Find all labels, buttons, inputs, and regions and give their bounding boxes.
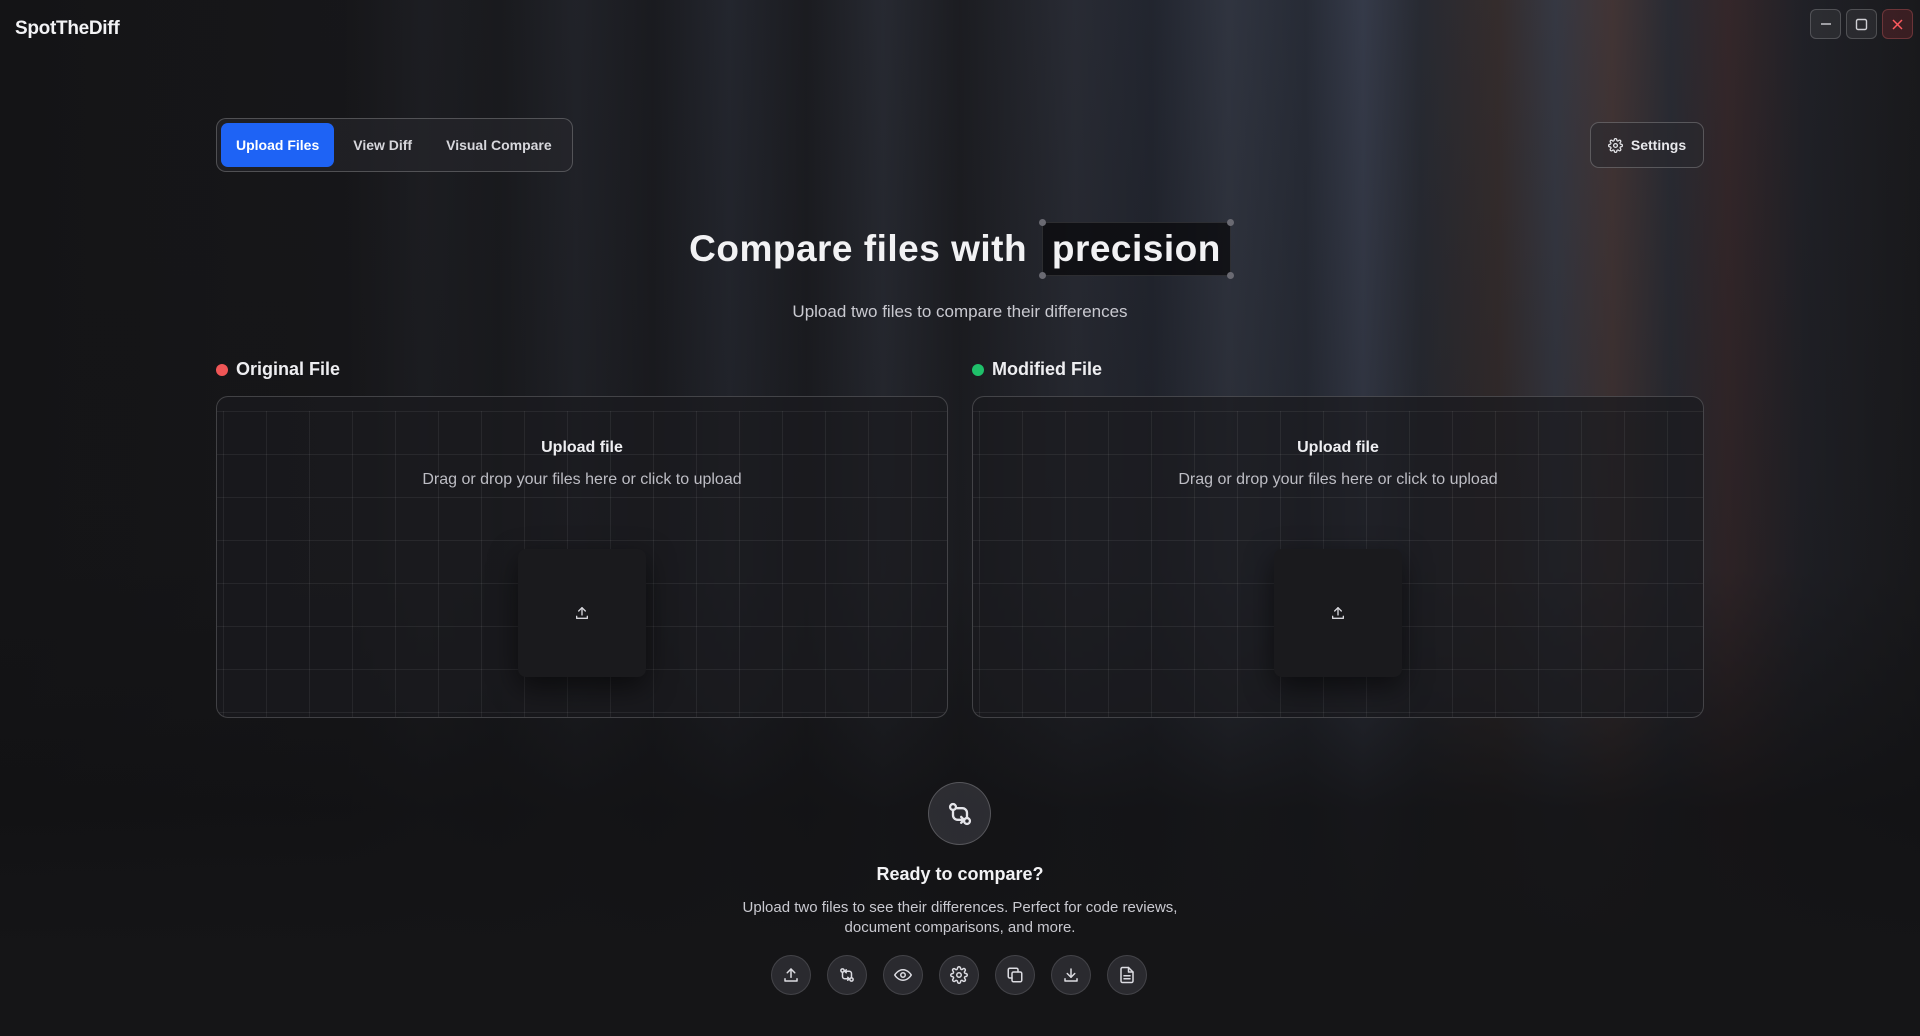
compare-badge	[928, 782, 991, 845]
dropzone-hint: Drag or drop your files here or click to…	[422, 471, 742, 488]
title-prefix: Compare files with	[689, 228, 1028, 269]
upload-target[interactable]	[1274, 549, 1402, 677]
tab-visual-compare[interactable]: Visual Compare	[431, 123, 567, 167]
selection-handle	[1226, 272, 1234, 279]
upload-icon	[784, 968, 798, 982]
title-highlight-box: precision	[1038, 219, 1234, 279]
status-dot-red	[216, 363, 228, 376]
git-compare-icon	[948, 802, 971, 825]
eye-icon	[894, 969, 912, 981]
page-subtitle: Upload two files to compare their differ…	[792, 302, 1128, 321]
title-highlight: precision	[1051, 228, 1221, 269]
modified-file-title: Modified File	[992, 359, 1102, 379]
ready-title: Ready to compare?	[876, 864, 1044, 884]
file-text-icon	[1120, 966, 1134, 984]
minimize-button[interactable]	[1810, 9, 1841, 39]
maximize-icon	[1855, 18, 1868, 30]
selection-handle	[1038, 272, 1046, 279]
minimize-icon	[1820, 23, 1831, 25]
download-icon	[1064, 968, 1078, 982]
app-title: SpotTheDiff	[15, 18, 120, 39]
maximize-button[interactable]	[1846, 9, 1877, 39]
ready-description: Upload two files to see their difference…	[742, 899, 1178, 936]
selection-handle	[1038, 219, 1046, 226]
compare-icon	[840, 968, 854, 982]
settings-label: Settings	[1630, 137, 1687, 153]
gear-icon	[1607, 137, 1623, 153]
dropzone-hint: Drag or drop your files here or click to…	[1178, 471, 1498, 488]
dropzone-title: Upload file	[1297, 439, 1379, 456]
settings-button[interactable]: Settings	[1590, 122, 1704, 168]
upload-icon	[1332, 607, 1344, 619]
upload-target[interactable]	[518, 549, 646, 677]
tab-upload-files[interactable]: Upload Files	[221, 123, 335, 167]
close-icon	[1892, 18, 1903, 30]
app-window: SpotTheDiff Upload Files View Diff Visua…	[0, 0, 1920, 1036]
status-dot-green	[972, 363, 984, 376]
copy-action-button[interactable]	[995, 955, 1035, 995]
download-action-button[interactable]	[1051, 955, 1091, 995]
settings-action-button[interactable]	[939, 955, 979, 995]
original-file-title: Original File	[236, 359, 341, 379]
close-button[interactable]	[1882, 9, 1913, 39]
modified-file-dropzone[interactable]: Upload file Drag or drop your files here…	[972, 396, 1704, 718]
action-toolbar	[771, 955, 1147, 995]
window-controls	[1810, 9, 1913, 39]
tab-view-diff[interactable]: View Diff	[338, 123, 427, 167]
report-action-button[interactable]	[1107, 955, 1147, 995]
tab-bar: Upload Files View Diff Visual Compare	[216, 118, 573, 172]
modified-file-label: Modified File	[972, 359, 1102, 380]
selection-handle	[1226, 219, 1234, 226]
dropzone-title: Upload file	[541, 439, 623, 456]
gear-icon	[950, 966, 968, 984]
upload-action-button[interactable]	[771, 955, 811, 995]
upload-icon	[576, 607, 588, 619]
original-file-dropzone[interactable]: Upload file Drag or drop your files here…	[216, 396, 948, 718]
compare-action-button[interactable]	[827, 955, 867, 995]
page-title: Compare files with precision	[0, 219, 1920, 279]
copy-icon	[1007, 967, 1023, 983]
original-file-label: Original File	[216, 359, 340, 380]
preview-action-button[interactable]	[883, 955, 923, 995]
